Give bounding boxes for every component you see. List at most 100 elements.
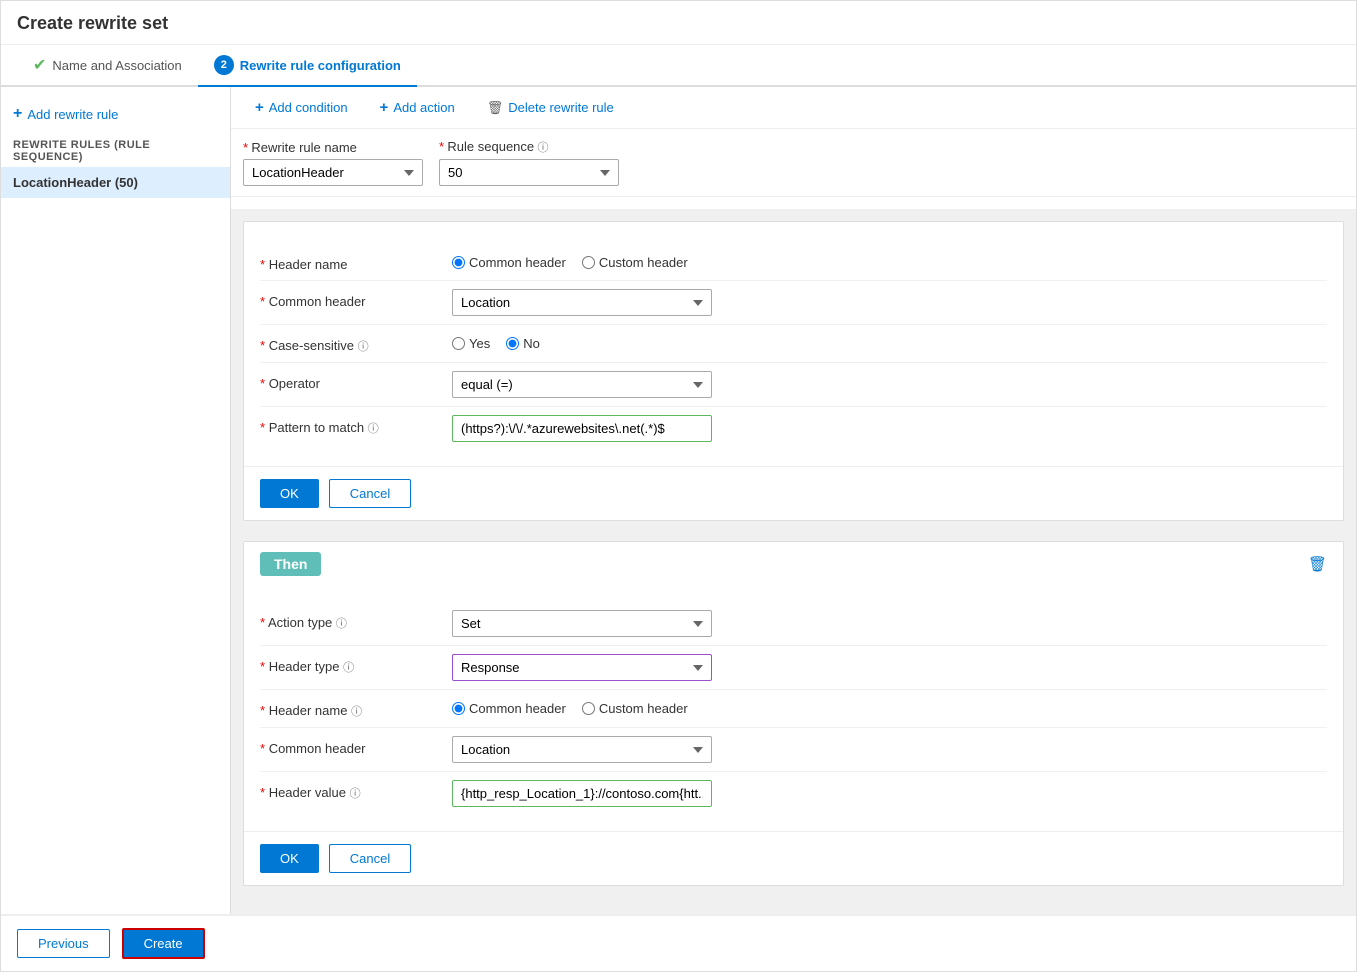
sidebar-item-location-header[interactable]: LocationHeader (50) [1, 167, 230, 198]
case-sensitive-label: * Case-sensitive ⓘ [260, 333, 440, 354]
then-custom-header-radio-label[interactable]: Custom header [582, 701, 688, 716]
then-section: * Action type ⓘ Set [244, 586, 1343, 831]
case-sensitive-row: * Case-sensitive ⓘ Yes [260, 325, 1327, 363]
then-ok-button[interactable]: OK [260, 844, 319, 873]
tab-rule-label: Rewrite rule configuration [240, 58, 401, 73]
then-header: Then 🗑 [244, 542, 1343, 586]
then-custom-label: Custom header [599, 701, 688, 716]
required-star7: * [260, 420, 265, 435]
partial-condition-card: * Header name Common header C [243, 221, 1344, 521]
action-type-control: Set [452, 610, 1327, 637]
then-badge: Then [260, 552, 321, 576]
required-star10: * [260, 703, 265, 718]
plus-icon-action: + [380, 99, 389, 116]
operator-select[interactable]: equal (=) [452, 371, 712, 398]
create-button[interactable]: Create [122, 928, 205, 959]
common-header-radio-text: Common header [469, 255, 566, 270]
then-custom-header-radio[interactable] [582, 702, 595, 715]
condition-section: * Header name Common header C [244, 228, 1343, 466]
header-type-row: * Header type ⓘ Response [260, 646, 1327, 690]
custom-header-radio-text: Custom header [599, 255, 688, 270]
header-type-label: * Header type ⓘ [260, 654, 440, 675]
info-icon-pattern: ⓘ [368, 423, 379, 435]
rule-sequence-select[interactable]: 50 [439, 159, 619, 186]
common-header-radio[interactable] [452, 256, 465, 269]
add-condition-label: Add condition [269, 100, 348, 115]
then-header-name-control: Common header Custom header [452, 698, 1327, 716]
common-header-radio-label[interactable]: Common header [452, 255, 566, 270]
common-header-label: * Common header [260, 289, 440, 309]
pattern-input[interactable] [452, 415, 712, 442]
no-label: No [523, 336, 540, 351]
required-star5: * [260, 338, 265, 353]
then-common-header-select[interactable]: Location [452, 736, 712, 763]
required-star2: * [439, 139, 444, 154]
no-radio-label[interactable]: No [506, 336, 540, 351]
tab-rewrite-rule[interactable]: 2 Rewrite rule configuration [198, 45, 417, 87]
action-type-label: * Action type ⓘ [260, 610, 440, 631]
previous-button[interactable]: Previous [17, 929, 110, 958]
operator-row: * Operator equal (=) [260, 363, 1327, 407]
then-common-header-radio-label[interactable]: Common header [452, 701, 566, 716]
add-rewrite-rule-label: Add rewrite rule [27, 107, 118, 122]
add-condition-button[interactable]: + Add condition [247, 95, 356, 120]
header-value-control [452, 780, 1327, 807]
required-star8: * [260, 615, 265, 630]
yes-radio[interactable] [452, 337, 465, 350]
rule-name-select[interactable]: LocationHeader [243, 159, 423, 186]
rule-sequence-group: * Rule sequence ⓘ 50 [439, 139, 619, 186]
action-type-select[interactable]: Set [452, 610, 712, 637]
no-radio[interactable] [506, 337, 519, 350]
rule-sequence-label: * Rule sequence ⓘ [439, 139, 619, 155]
toolbar: + Add condition + Add action 🗑 Delete re… [231, 87, 1356, 129]
header-name-label: * Header name [260, 252, 440, 272]
action-type-row: * Action type ⓘ Set [260, 602, 1327, 646]
main-content: + Add rewrite rule REWRITE RULES (RULE S… [1, 87, 1356, 914]
tab-num-icon: 2 [214, 55, 234, 75]
sidebar: + Add rewrite rule REWRITE RULES (RULE S… [1, 87, 231, 914]
condition-cancel-button[interactable]: Cancel [329, 479, 411, 508]
add-action-button[interactable]: + Add action [372, 95, 463, 120]
common-header-control: Location [452, 289, 1327, 316]
required-star: * [243, 140, 248, 155]
required-star3: * [260, 257, 265, 272]
delete-rewrite-rule-button[interactable]: 🗑 Delete rewrite rule [479, 96, 622, 120]
operator-label: * Operator [260, 371, 440, 391]
add-action-label: Add action [393, 100, 454, 115]
common-header-select[interactable]: Location [452, 289, 712, 316]
then-cancel-button[interactable]: Cancel [329, 844, 411, 873]
rule-name-label: * Rewrite rule name [243, 140, 423, 155]
then-common-header-radio[interactable] [452, 702, 465, 715]
then-common-header-label: * Common header [260, 736, 440, 756]
info-icon-hvalue: ⓘ [350, 788, 361, 800]
then-common-header-row: * Common header Location [260, 728, 1327, 772]
page-wrapper: Create rewrite set ✔ Name and Associatio… [0, 0, 1357, 972]
then-common-label: Common header [469, 701, 566, 716]
spacer1 [243, 529, 1344, 541]
delete-then-icon[interactable]: 🗑 [1308, 555, 1327, 573]
info-icon-action: ⓘ [336, 618, 347, 630]
required-star12: * [260, 785, 265, 800]
tab-name-label: Name and Association [52, 58, 181, 73]
required-star11: * [260, 741, 265, 756]
header-type-select[interactable]: Response [452, 654, 712, 681]
condition-ok-button[interactable]: OK [260, 479, 319, 508]
then-card: Then 🗑 * Action type ⓘ [243, 541, 1344, 886]
rule-name-row: * Rewrite rule name LocationHeader * Rul… [231, 129, 1356, 197]
custom-header-radio[interactable] [582, 256, 595, 269]
pattern-label: * Pattern to match ⓘ [260, 415, 440, 436]
custom-header-radio-label[interactable]: Custom header [582, 255, 688, 270]
add-rewrite-rule-button[interactable]: + Add rewrite rule [1, 97, 230, 131]
then-header-name-row: * Header name ⓘ Common header [260, 690, 1327, 728]
info-icon-sequence: ⓘ [537, 142, 548, 154]
required-star4: * [260, 294, 265, 309]
tabs-bar: ✔ Name and Association 2 Rewrite rule co… [1, 45, 1356, 87]
then-common-header-control: Location [452, 736, 1327, 763]
operator-control: equal (=) [452, 371, 1327, 398]
tab-name-association[interactable]: ✔ Name and Association [17, 45, 198, 87]
header-value-row: * Header value ⓘ [260, 772, 1327, 815]
info-icon-then-hname: ⓘ [351, 706, 362, 718]
common-header-row: * Common header Location [260, 281, 1327, 325]
yes-radio-label[interactable]: Yes [452, 336, 490, 351]
header-value-input[interactable] [452, 780, 712, 807]
